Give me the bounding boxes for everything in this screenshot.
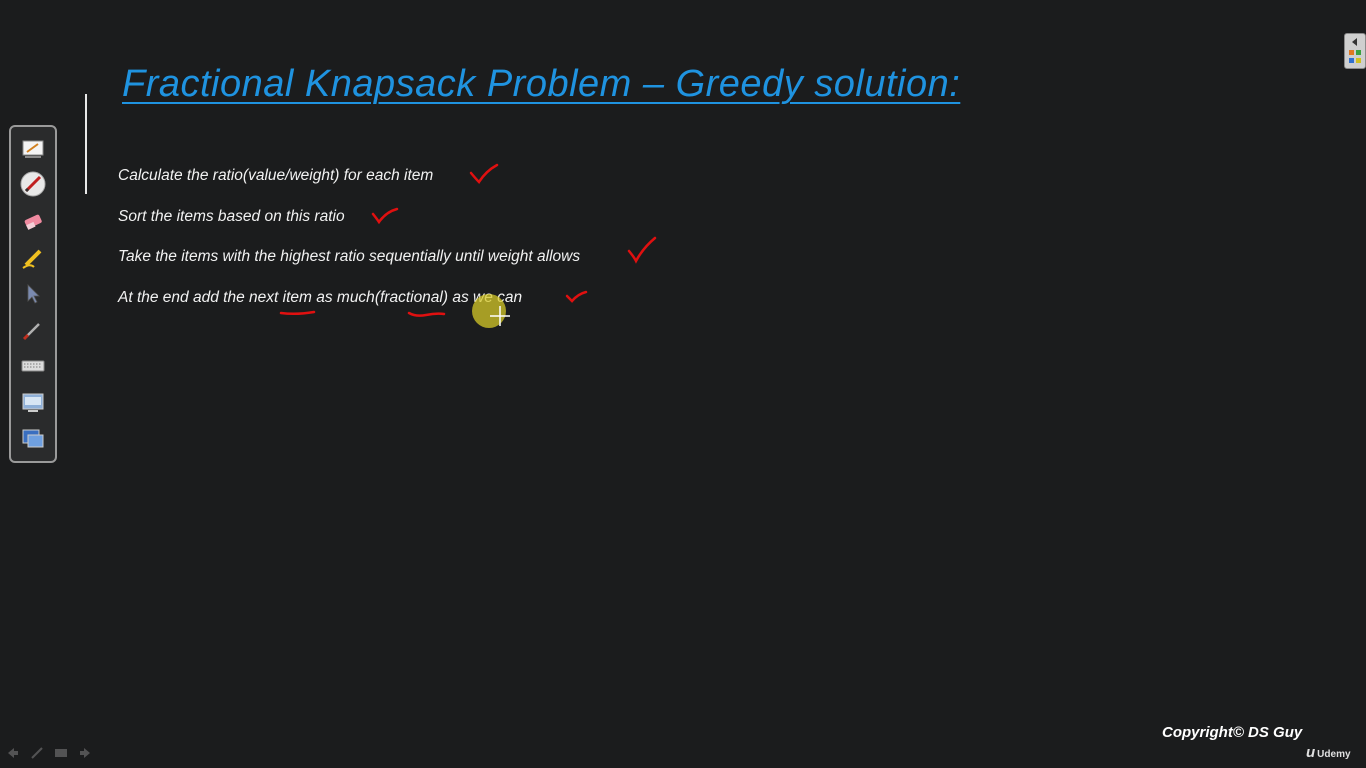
side-panel-toggle[interactable] xyxy=(1344,33,1366,69)
check-mark-icon xyxy=(627,236,657,264)
slide-nav-bar xyxy=(6,746,96,762)
bullet-3: Take the items with the highest ratio se… xyxy=(118,248,581,265)
bullet-4-mid: as much xyxy=(311,289,375,306)
whiteboard-icon[interactable] xyxy=(20,136,46,162)
bullet-4-word-item: item xyxy=(282,289,312,306)
pen-icon[interactable] xyxy=(20,171,46,197)
text-cursor-line xyxy=(85,94,87,194)
eraser-icon[interactable] xyxy=(20,208,46,234)
ink-underline xyxy=(279,310,316,316)
bullet-4-word-fractional: (fractional) xyxy=(374,289,449,306)
highlighter-icon[interactable] xyxy=(20,245,46,271)
slide-title: Fractional Knapsack Problem – Greedy sol… xyxy=(122,63,961,105)
pen-toolbar xyxy=(9,125,57,463)
check-mark-icon xyxy=(371,207,399,224)
check-mark-icon xyxy=(565,290,588,303)
copyright-text: Copyright© DS Guy xyxy=(1162,724,1303,741)
screen-capture-icon[interactable] xyxy=(20,390,46,416)
bullet-1: Calculate the ratio(value/weight) for ea… xyxy=(118,167,434,184)
pen-tool-icon[interactable] xyxy=(30,746,44,760)
bullet-2: Sort the items based on this ratio xyxy=(118,208,345,225)
slides-menu-icon[interactable] xyxy=(54,746,68,760)
previous-arrow-icon[interactable] xyxy=(6,746,20,760)
panel-arrow-icon xyxy=(1349,38,1361,63)
desktop-icon[interactable] xyxy=(20,426,46,452)
udemy-label: Udemy xyxy=(1317,749,1351,760)
brush-icon[interactable] xyxy=(20,317,46,343)
bullet-4: At the end add the next item as much(fra… xyxy=(118,289,522,307)
check-mark-icon xyxy=(469,163,499,184)
udemy-logo: u Udemy xyxy=(1306,744,1351,761)
bullet-4-prefix: At the end add the xyxy=(118,289,249,306)
crosshair-cursor-icon xyxy=(490,306,510,326)
pointer-icon[interactable] xyxy=(20,281,46,307)
keyboard-icon[interactable] xyxy=(20,353,46,379)
bullet-4-word-next: next xyxy=(249,289,279,306)
next-arrow-icon[interactable] xyxy=(78,746,92,760)
presentation-canvas: Fractional Knapsack Problem – Greedy sol… xyxy=(0,0,1366,768)
udemy-u-icon: u xyxy=(1306,744,1316,761)
ink-underline xyxy=(407,311,446,317)
